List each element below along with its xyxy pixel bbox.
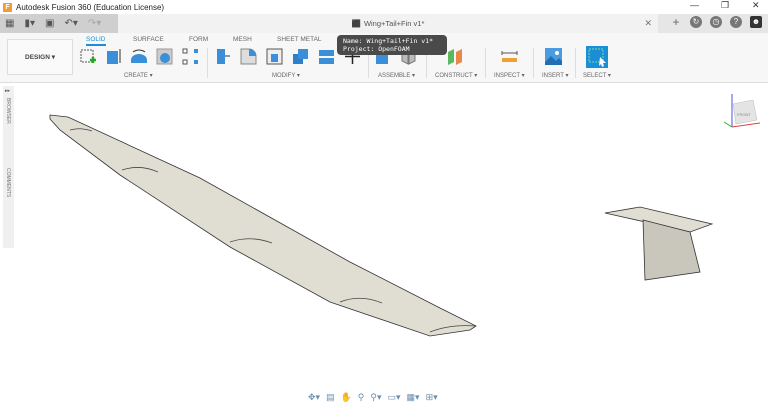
tooltip-project: Project: OpenFOAM — [343, 45, 410, 53]
assemble-label: ASSEMBLE — [378, 73, 411, 79]
pattern-icon[interactable] — [182, 48, 199, 65]
pan-icon[interactable]: ✋ — [341, 392, 352, 403]
viewports-icon[interactable]: ⊞▾ — [426, 392, 438, 403]
restore-button[interactable]: ❐ — [721, 0, 729, 11]
tab-sheet-metal[interactable]: SHEET METAL — [277, 36, 322, 43]
press-pull-icon[interactable] — [214, 48, 231, 65]
document-tab[interactable]: ⬛ Wing+Tail+Fin v1* ✕ — [118, 14, 658, 33]
notifications-icon[interactable]: ◷ — [710, 16, 722, 28]
navigation-bar: ✥▾ ▤ ✋ ⚲ ⚲▾ ▭▾ ▦▾ ⊞▾ — [308, 392, 438, 403]
divider — [533, 48, 534, 78]
orbit-icon[interactable]: ✥▾ — [308, 392, 320, 403]
viewcube[interactable]: FRONT — [723, 94, 761, 128]
viewcube-face-label: FRONT — [737, 112, 751, 117]
grid-settings-icon[interactable]: ▦▾ — [407, 392, 420, 403]
insert-menu[interactable]: INSERT ▾ — [542, 72, 568, 79]
tab-form[interactable]: FORM — [189, 36, 208, 43]
look-at-icon[interactable]: ▤ — [326, 392, 335, 403]
tab-solid[interactable]: SOLID — [86, 36, 106, 46]
document-tooltip: Name: Wing+Tail+Fin v1* Project: OpenFOA… — [337, 35, 447, 55]
offset-plane-icon[interactable] — [447, 48, 464, 65]
zoom-icon[interactable]: ⚲ — [358, 392, 365, 403]
insert-label: INSERT — [542, 73, 564, 79]
inspect-menu[interactable]: INSPECT ▾ — [494, 72, 525, 79]
redo-icon[interactable]: ↷▾ — [88, 18, 101, 29]
select-icon[interactable] — [586, 46, 608, 68]
3d-viewport[interactable]: FRONT — [0, 84, 768, 389]
construct-label: CONSTRUCT — [435, 73, 473, 79]
undo-icon[interactable]: ↶▾ — [64, 18, 77, 29]
app-title: Autodesk Fusion 360 (Education License) — [16, 2, 165, 12]
save-icon[interactable]: ▣ — [45, 18, 54, 29]
avatar[interactable]: ☻ — [750, 16, 762, 28]
extrude-icon[interactable] — [105, 48, 122, 65]
close-tab-icon[interactable]: ✕ — [644, 18, 652, 29]
divider — [207, 48, 208, 78]
modify-menu[interactable]: MODIFY ▾ — [272, 72, 300, 79]
select-menu[interactable]: SELECT ▾ — [583, 72, 611, 79]
data-panel-grid-icon[interactable]: ▦ — [5, 18, 14, 29]
tab-surface[interactable]: SURFACE — [133, 36, 164, 43]
divider — [485, 48, 486, 78]
revolve-icon[interactable] — [130, 48, 147, 65]
assemble-menu[interactable]: ASSEMBLE ▾ — [378, 72, 415, 79]
tab-mesh[interactable]: MESH — [233, 36, 252, 43]
workspace-label: DESIGN — [25, 53, 50, 61]
help-icon[interactable]: ? — [730, 16, 742, 28]
measure-icon[interactable] — [501, 48, 518, 65]
inspect-label: INSPECT — [494, 73, 520, 79]
combine-icon[interactable] — [292, 48, 309, 65]
create-menu[interactable]: CREATE ▾ — [124, 72, 153, 79]
close-window-button[interactable]: ✕ — [752, 0, 760, 11]
file-menu-icon[interactable]: ▮▾ — [24, 18, 35, 29]
title-bar: F Autodesk Fusion 360 (Education License… — [0, 0, 768, 14]
document-tab-label: Wing+Tail+Fin v1* — [363, 19, 425, 28]
create-label: CREATE — [124, 73, 148, 79]
shell-icon[interactable] — [156, 48, 173, 65]
wing-model[interactable] — [49, 114, 477, 337]
create-sketch-icon[interactable] — [80, 48, 97, 65]
select-label: SELECT — [583, 73, 607, 79]
tooltip-name: Name: Wing+Tail+Fin v1* — [343, 37, 434, 45]
shell-modify-icon[interactable] — [266, 48, 283, 65]
component-icon: ⬛ — [351, 19, 361, 28]
quick-access-toolbar: ▦ ▮▾ ▣ ↶▾ ↷▾ ⬛ Wing+Tail+Fin v1* ✕ + ↻ ◷… — [0, 14, 768, 33]
minimize-button[interactable]: — — [690, 0, 699, 10]
workspace-switcher[interactable]: DESIGN ▾ — [7, 39, 73, 75]
display-settings-icon[interactable]: ▭▾ — [388, 392, 401, 403]
tail-model[interactable] — [604, 206, 714, 281]
job-status-icon[interactable]: ↻ — [690, 16, 702, 28]
fusion-logo-icon: F — [3, 2, 12, 12]
divider — [575, 48, 576, 78]
modify-label: MODIFY — [272, 73, 296, 79]
fit-icon[interactable]: ⚲▾ — [370, 392, 381, 403]
insert-image-icon[interactable] — [545, 48, 562, 65]
split-body-icon[interactable] — [318, 48, 335, 65]
new-tab-icon[interactable]: + — [670, 16, 682, 28]
construct-menu[interactable]: CONSTRUCT ▾ — [435, 72, 477, 79]
fillet-icon[interactable] — [240, 48, 257, 65]
